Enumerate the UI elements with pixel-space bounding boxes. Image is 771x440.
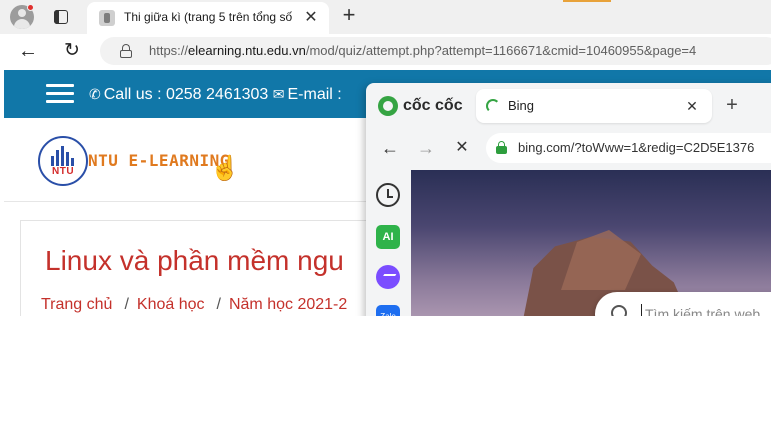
url-text[interactable]: https://elearning.ntu.edu.vn/mod/quiz/at… xyxy=(149,43,696,58)
lock-case xyxy=(496,146,507,154)
avatar-head xyxy=(18,9,26,17)
site-logo-text[interactable]: NTU E-LEARNING xyxy=(88,151,230,170)
contact-info: ✆ Call us : 0258 2461303 ✉ E-mail : xyxy=(89,86,342,104)
menu-line xyxy=(46,84,74,87)
close-tab-icon[interactable]: ✕ xyxy=(301,8,321,28)
email-label: E-mail : xyxy=(287,86,342,103)
close-tab-icon[interactable]: ✕ xyxy=(682,96,702,116)
ntu-logo-icon[interactable]: NTU xyxy=(38,136,88,186)
tab-strip: Thi giữa kì (trang 5 trên tổng số 1 ✕ + xyxy=(0,0,771,34)
new-tab-icon[interactable]: + xyxy=(337,4,361,28)
logo-bars xyxy=(51,146,77,166)
avatar-body xyxy=(14,19,30,29)
lock-case xyxy=(120,50,132,58)
messenger-icon[interactable] xyxy=(376,265,400,289)
coccoc-toolbar: ← → ✕ bing.com/?toWww=1&redig=C2D5E1376 xyxy=(366,129,771,167)
phone-text: Call us : 0258 2461303 xyxy=(103,86,269,103)
ai-assistant-icon[interactable]: AI xyxy=(376,225,400,249)
logo-bar xyxy=(51,156,54,166)
breadcrumb: Trang chủ / Khoá học / Năm học 2021-2 xyxy=(41,296,347,314)
breadcrumb-home[interactable]: Trang chủ xyxy=(41,296,112,313)
coccoc-sidebar: AI Zalo xyxy=(366,169,410,316)
bing-search-box[interactable]: Tìm kiếm trên web xyxy=(595,292,771,316)
tab-quiz[interactable]: Thi giữa kì (trang 5 trên tổng số 1 ✕ xyxy=(87,2,329,34)
reload-icon[interactable]: ↻ xyxy=(60,39,84,63)
url-text[interactable]: bing.com/?toWww=1&redig=C2D5E1376 xyxy=(518,140,754,155)
tab-actions-icon[interactable] xyxy=(50,6,72,28)
breadcrumb-separator: / xyxy=(124,296,129,313)
address-toolbar: ← ↻ https://elearning.ntu.edu.vn/mod/qui… xyxy=(0,34,771,68)
tab-actions-bar xyxy=(54,10,59,24)
history-icon[interactable] xyxy=(376,183,400,207)
tab-title: Thi giữa kì (trang 5 trên tổng số 1 xyxy=(124,10,294,24)
new-tab-icon[interactable]: + xyxy=(720,93,744,117)
stop-loading-icon[interactable]: ✕ xyxy=(450,136,474,160)
forward-arrow-icon[interactable]: → xyxy=(414,136,438,160)
coccoc-logo-icon[interactable] xyxy=(378,96,398,116)
coccoc-window: cốc cốc Bing ✕ + ← → ✕ bing.com/?toWww=1… xyxy=(366,83,771,316)
breadcrumb-year[interactable]: Năm học 2021-2 xyxy=(229,296,347,313)
search-icon[interactable] xyxy=(611,305,627,316)
coccoc-address-bar[interactable]: bing.com/?toWww=1&redig=C2D5E1376 xyxy=(486,133,771,163)
logo-badge-text: NTU xyxy=(52,166,75,177)
search-placeholder: Tìm kiếm trên web xyxy=(645,306,761,316)
logo-bar xyxy=(56,150,59,166)
logo-bar xyxy=(61,146,64,166)
menu-line xyxy=(46,100,74,103)
secure-lock-icon[interactable] xyxy=(496,141,507,155)
viewport: Thi giữa kì (trang 5 trên tổng số 1 ✕ + … xyxy=(0,0,771,440)
background-cliff-highlight xyxy=(561,230,641,290)
back-arrow-icon[interactable]: ← xyxy=(16,39,40,63)
tab-favicon-icon xyxy=(99,10,115,26)
url-path: /mod/quiz/attempt.php?attempt=1166671&cm… xyxy=(305,43,697,58)
url-scheme: https:// xyxy=(149,43,189,58)
lock-icon[interactable] xyxy=(120,44,132,58)
text-caret xyxy=(641,304,642,316)
breadcrumb-separator: / xyxy=(216,296,221,313)
tab-bing[interactable]: Bing ✕ xyxy=(476,89,712,123)
menu-line xyxy=(46,92,74,95)
coccoc-brand: cốc cốc xyxy=(403,97,463,114)
back-arrow-icon[interactable]: ← xyxy=(378,136,402,160)
email-icon: ✉ xyxy=(272,86,285,102)
loading-spinner-icon xyxy=(486,99,500,113)
bing-homepage: Tìm kiếm trên web xyxy=(411,170,771,316)
phone-icon: ✆ xyxy=(89,86,101,102)
url-host: elearning.ntu.edu.vn xyxy=(188,43,306,58)
hand-pointer-icon: ☝ xyxy=(210,155,240,182)
logo-bar xyxy=(66,152,69,166)
notification-dot xyxy=(27,4,34,11)
logo-bar xyxy=(71,158,74,166)
accent-strip xyxy=(563,0,611,2)
course-title: Linux và phần mềm ngu xyxy=(45,245,344,276)
zalo-icon[interactable]: Zalo xyxy=(376,305,400,316)
tab-title: Bing xyxy=(508,98,535,113)
address-bar[interactable]: https://elearning.ntu.edu.vn/mod/quiz/at… xyxy=(100,37,771,65)
screenshot-area: Thi giữa kì (trang 5 trên tổng số 1 ✕ + … xyxy=(0,0,771,316)
hamburger-menu-icon[interactable] xyxy=(46,84,74,104)
breadcrumb-courses[interactable]: Khoá học xyxy=(137,296,205,313)
